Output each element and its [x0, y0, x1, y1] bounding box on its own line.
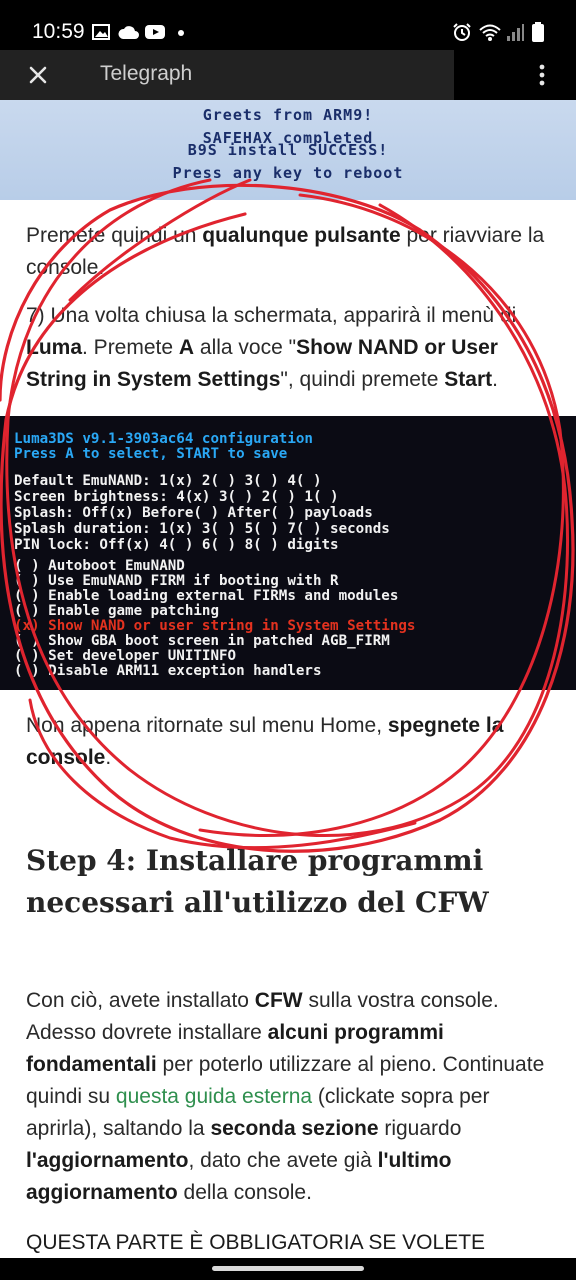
luma-setting: Screen brightness: 4(x) 3( ) 2( ) 1( )	[14, 489, 339, 505]
luma-config-screen-image: Luma3DS v9.1-3903ac64 configuration Pres…	[0, 416, 576, 690]
external-guide-link[interactable]: questa guida esterna	[116, 1085, 312, 1108]
text-run: Premete quindi un	[26, 224, 203, 247]
image-icon	[92, 24, 110, 40]
luma-option: ( ) Disable ARM11 exception handlers	[14, 663, 322, 679]
luma-setting: Splash duration: 1(x) 3( ) 5( ) 7( ) sec…	[14, 521, 390, 537]
youtube-icon	[145, 25, 165, 39]
status-bar: 10:59	[0, 0, 576, 50]
text-run: Con ciò, avete installato	[26, 989, 255, 1012]
text-run: 7) Una volta chiusa la schermata, appari…	[26, 304, 517, 327]
close-icon[interactable]	[26, 63, 50, 87]
reboot-line: Greets from ARM9!	[202, 106, 374, 124]
app-bar-panel	[0, 50, 454, 100]
text-run: ", quindi premete	[280, 368, 445, 391]
signal-icon	[507, 24, 524, 41]
luma-header: Press A to select, START to save	[14, 446, 288, 462]
text-run: riguardo	[378, 1117, 462, 1140]
luma-setting: Splash: Off(x) Before( ) After( ) payloa…	[14, 505, 373, 521]
text-bold: seconda sezione	[210, 1117, 379, 1140]
app-bar: Telegraph	[0, 50, 576, 100]
section-heading: Step 4: Installare programmi necessari a…	[26, 844, 489, 919]
text-run: .	[105, 746, 112, 769]
reboot-screen-image: Greets from ARM9! SAFEHAX completed B9S …	[0, 100, 576, 200]
text-run: .	[492, 368, 498, 391]
text-bold: Start	[444, 368, 493, 391]
paragraph-reboot: Premete quindi un qualunque pulsante per…	[26, 220, 556, 284]
luma-setting: PIN lock: Off(x) 4( ) 6( ) 8( ) digits	[14, 537, 339, 553]
dot-icon	[178, 30, 184, 36]
text-run: alla voce "	[194, 336, 297, 359]
paragraph-power-off: Non appena ritornate sul menu Home, speg…	[26, 710, 556, 774]
gesture-navigation-bar	[0, 1258, 576, 1280]
text-run: , dato che avete già	[188, 1149, 378, 1172]
text-bold: l'aggiornamento	[26, 1149, 189, 1172]
text-bold: CFW	[254, 989, 303, 1012]
alarm-icon	[453, 23, 471, 41]
cloud-icon	[118, 26, 139, 39]
status-time: 10:59	[32, 20, 85, 43]
reboot-line: Press any key to reboot	[172, 164, 404, 182]
text-run: della console.	[177, 1181, 312, 1204]
app-title: Telegraph	[100, 62, 193, 85]
text-run: Non appena ritornate sul menu Home,	[26, 714, 388, 737]
more-vert-icon[interactable]	[534, 63, 550, 87]
wifi-icon	[479, 24, 501, 41]
paragraph-luma-menu: 7) Una volta chiusa la schermata, appari…	[26, 300, 556, 396]
text-run: . Premete	[82, 336, 179, 359]
battery-icon	[532, 22, 544, 42]
luma-setting: Default EmuNAND: 1(x) 2( ) 3( ) 4( )	[14, 473, 322, 489]
reboot-line: B9S install SUCCESS!	[187, 141, 389, 159]
text-bold: A	[178, 336, 195, 359]
text-bold: qualunque pulsante	[202, 224, 401, 247]
paragraph-mandatory: QUESTA PARTE È OBBLIGATORIA SE VOLETE	[26, 1231, 486, 1254]
text-bold: Luma	[26, 336, 83, 359]
home-gesture-handle[interactable]	[212, 1266, 364, 1271]
paragraph-install-programs: Con ciò, avete installato CFW sulla vost…	[26, 985, 556, 1209]
